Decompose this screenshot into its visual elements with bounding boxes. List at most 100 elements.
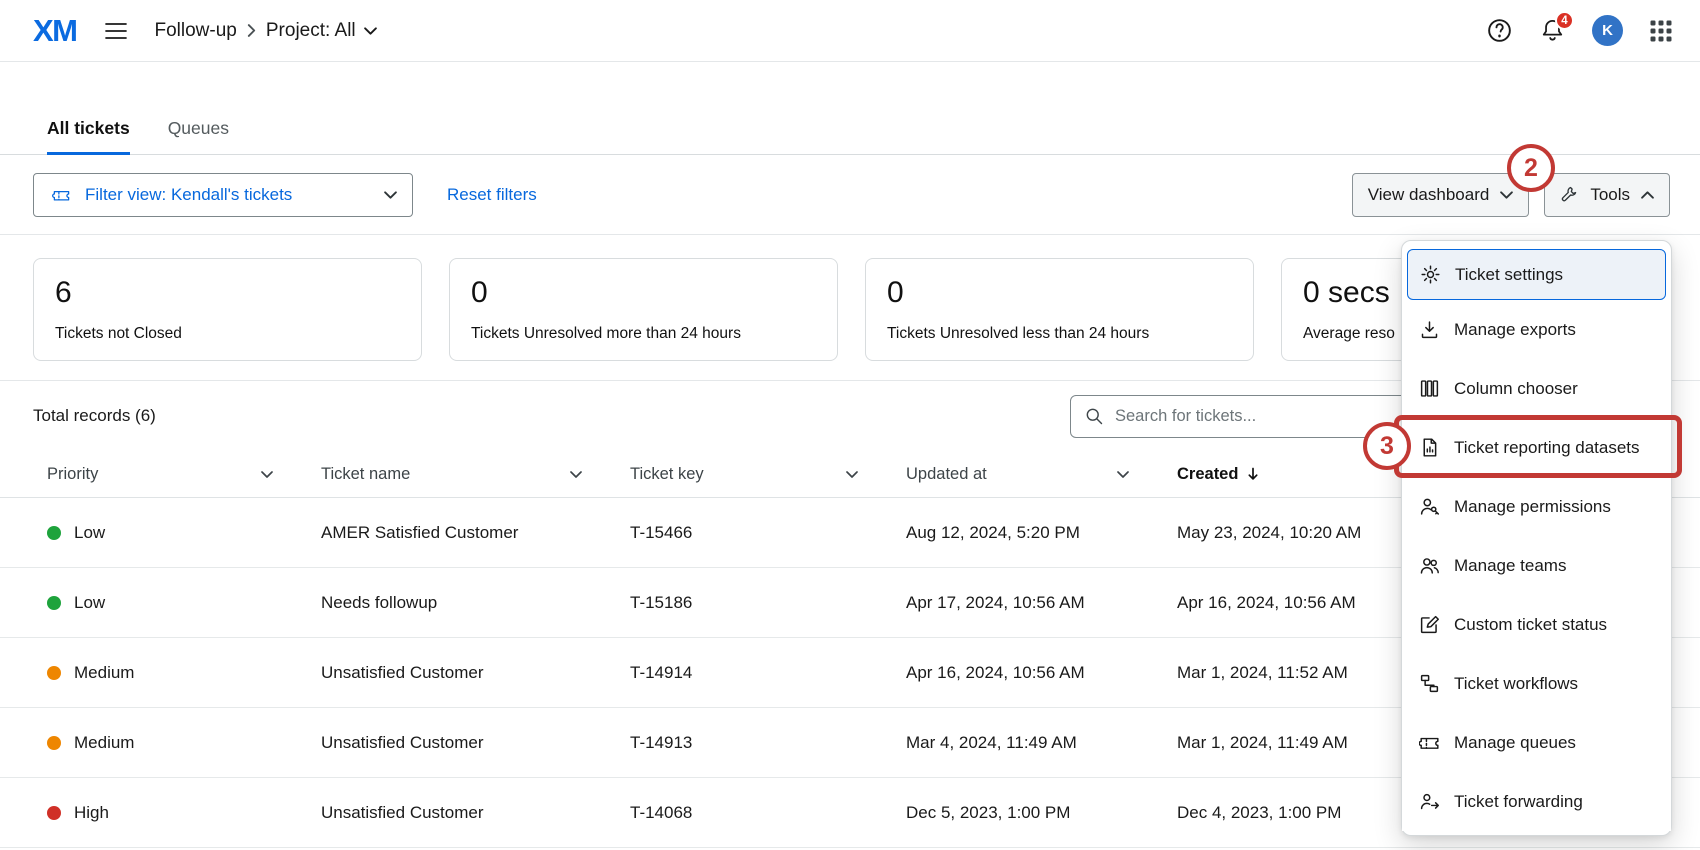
person-key-icon	[1419, 496, 1440, 517]
menu-item-manage-exports[interactable]: Manage exports	[1402, 300, 1671, 359]
chevron-down-icon	[1500, 191, 1513, 199]
tab-queues[interactable]: Queues	[168, 118, 229, 154]
priority-dot	[47, 736, 61, 750]
tabs: All tickets Queues	[0, 118, 1700, 155]
notifications-bell-icon[interactable]: 4	[1540, 18, 1565, 43]
stat-card-unresolved-more-24h: 0 Tickets Unresolved more than 24 hours	[449, 258, 838, 361]
column-header-ticket-name[interactable]: Ticket name	[321, 465, 630, 484]
tools-button[interactable]: Tools	[1544, 173, 1670, 217]
stat-label: Tickets not Closed	[55, 325, 400, 343]
menu-item-label: Column chooser	[1454, 379, 1578, 399]
stat-value: 0	[887, 276, 1232, 310]
priority-cell: Low	[47, 593, 321, 613]
chevron-down-icon[interactable]	[261, 471, 273, 478]
tab-all-tickets[interactable]: All tickets	[47, 118, 130, 154]
app-grid-icon[interactable]	[1650, 20, 1672, 42]
filter-view-dropdown[interactable]: Filter view: Kendall's tickets	[33, 173, 413, 217]
menu-item-ticket-forwarding[interactable]: Ticket forwarding	[1402, 772, 1671, 831]
avatar[interactable]: K	[1592, 15, 1623, 46]
chevron-down-icon[interactable]	[570, 471, 582, 478]
column-label: Priority	[47, 465, 98, 484]
menu-item-ticket-reporting-datasets[interactable]: Ticket reporting datasets	[1402, 418, 1671, 477]
ticket-name-cell: Unsatisfied Customer	[321, 733, 630, 753]
forward-icon	[1419, 791, 1440, 812]
priority-label: Medium	[74, 663, 134, 683]
sort-descending-icon[interactable]	[1247, 467, 1259, 481]
gear-icon	[1420, 264, 1441, 285]
menu-item-ticket-settings[interactable]: Ticket settings	[1407, 249, 1666, 300]
priority-dot	[47, 596, 61, 610]
menu-item-label: Ticket reporting datasets	[1454, 438, 1640, 458]
menu-item-manage-permissions[interactable]: Manage permissions	[1402, 477, 1671, 536]
project-scope-label: Project: All	[266, 20, 356, 42]
priority-dot	[47, 806, 61, 820]
column-label: Created	[1177, 465, 1238, 484]
priority-dot	[47, 666, 61, 680]
column-header-ticket-key[interactable]: Ticket key	[630, 465, 906, 484]
stat-value: 0	[471, 276, 816, 310]
column-header-priority[interactable]: Priority	[47, 465, 321, 484]
chevron-down-icon[interactable]	[846, 471, 858, 478]
menu-item-label: Manage teams	[1454, 556, 1566, 576]
updated-at-cell: Apr 17, 2024, 10:56 AM	[906, 593, 1177, 613]
search-icon	[1084, 406, 1104, 426]
updated-at-cell: Dec 5, 2023, 1:00 PM	[906, 803, 1177, 823]
priority-label: Low	[74, 523, 105, 543]
breadcrumb-project-name[interactable]: Follow-up	[155, 20, 237, 42]
top-bar-actions: 4 K	[1486, 15, 1672, 46]
ticket-name-cell: Unsatisfied Customer	[321, 803, 630, 823]
updated-at-cell: Aug 12, 2024, 5:20 PM	[906, 523, 1177, 543]
stat-label: Tickets Unresolved more than 24 hours	[471, 325, 816, 343]
ticket-icon	[1419, 732, 1440, 753]
view-dashboard-button[interactable]: View dashboard	[1352, 173, 1530, 217]
priority-cell: Medium	[47, 663, 321, 683]
menu-item-ticket-workflows[interactable]: Ticket workflows	[1402, 654, 1671, 713]
column-label: Ticket key	[630, 465, 704, 484]
ticket-key-cell: T-14914	[630, 663, 906, 683]
breadcrumb: Follow-up Project: All	[155, 20, 377, 42]
hamburger-menu-icon[interactable]	[105, 22, 127, 40]
chevron-up-icon	[1641, 191, 1654, 199]
columns-icon	[1419, 378, 1440, 399]
menu-item-manage-teams[interactable]: Manage teams	[1402, 536, 1671, 595]
stat-value: 6	[55, 276, 400, 310]
menu-item-label: Manage permissions	[1454, 497, 1611, 517]
edit-icon	[1419, 614, 1440, 635]
workflow-icon	[1419, 673, 1440, 694]
updated-at-cell: Apr 16, 2024, 10:56 AM	[906, 663, 1177, 683]
menu-item-custom-ticket-status[interactable]: Custom ticket status	[1402, 595, 1671, 654]
priority-cell: Medium	[47, 733, 321, 753]
filter-view-label: Filter view: Kendall's tickets	[85, 185, 373, 205]
ticket-name-cell: Needs followup	[321, 593, 630, 613]
annotation-step-2: 2	[1507, 144, 1555, 192]
menu-item-label: Ticket forwarding	[1454, 792, 1583, 812]
menu-item-manage-queues[interactable]: Manage queues	[1402, 713, 1671, 772]
report-icon	[1419, 437, 1440, 458]
notification-badge: 4	[1555, 11, 1574, 30]
tools-label: Tools	[1590, 185, 1630, 205]
view-dashboard-label: View dashboard	[1368, 185, 1490, 205]
reset-filters-link[interactable]: Reset filters	[447, 185, 537, 205]
chevron-down-icon[interactable]	[1117, 471, 1129, 478]
chevron-down-icon	[364, 27, 377, 35]
priority-label: Low	[74, 593, 105, 613]
priority-label: Medium	[74, 733, 134, 753]
tools-menu: Ticket settings Manage exports Column ch…	[1401, 240, 1672, 836]
stat-card-not-closed: 6 Tickets not Closed	[33, 258, 422, 361]
priority-dot	[47, 526, 61, 540]
ticket-key-cell: T-15466	[630, 523, 906, 543]
menu-item-column-chooser[interactable]: Column chooser	[1402, 359, 1671, 418]
column-header-updated-at[interactable]: Updated at	[906, 465, 1177, 484]
priority-label: High	[74, 803, 109, 823]
help-icon[interactable]	[1486, 17, 1513, 44]
priority-cell: High	[47, 803, 321, 823]
menu-item-label: Ticket workflows	[1454, 674, 1578, 694]
ticket-key-cell: T-14068	[630, 803, 906, 823]
project-scope-dropdown[interactable]: Project: All	[266, 20, 377, 42]
stat-label: Tickets Unresolved less than 24 hours	[887, 325, 1232, 343]
chevron-down-icon	[384, 191, 397, 199]
column-label: Ticket name	[321, 465, 410, 484]
menu-item-label: Custom ticket status	[1454, 615, 1607, 635]
total-records-label: Total records (6)	[33, 406, 156, 426]
annotation-step-3: 3	[1363, 422, 1411, 470]
